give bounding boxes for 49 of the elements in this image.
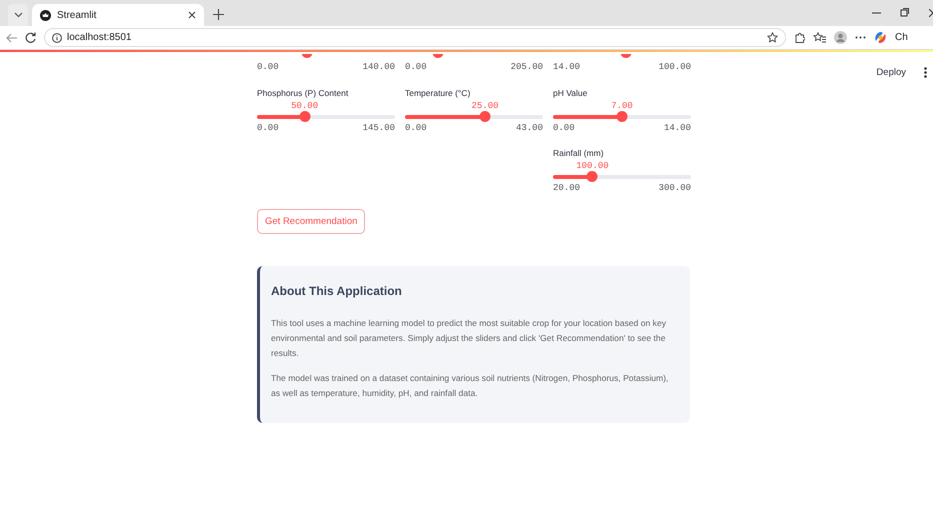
reload-icon[interactable] bbox=[25, 32, 36, 43]
slider-thumb[interactable] bbox=[586, 171, 598, 182]
slider-thumb[interactable] bbox=[480, 111, 491, 122]
slider-thumb[interactable] bbox=[299, 111, 310, 122]
slider-min: 0.00 bbox=[405, 62, 427, 73]
address-bar[interactable]: localhost:8501 bbox=[44, 28, 786, 47]
puzzle-icon[interactable] bbox=[794, 32, 805, 43]
more-dots-icon[interactable] bbox=[855, 36, 866, 39]
deploy-button[interactable]: Deploy bbox=[872, 65, 910, 80]
slider-min: 20.00 bbox=[553, 183, 580, 194]
info-title: About This Application bbox=[271, 284, 403, 298]
slider-value: 50.00 bbox=[291, 100, 318, 112]
slider-label: pH Value bbox=[553, 87, 588, 100]
url-text: localhost:8501 bbox=[67, 32, 132, 43]
slider-value: 7.00 bbox=[611, 100, 633, 112]
slider-min: 14.00 bbox=[553, 62, 580, 73]
slider-min: 0.00 bbox=[257, 123, 279, 134]
slider-value: 100.00 bbox=[576, 160, 609, 172]
slider-max: 43.00 bbox=[516, 123, 543, 134]
slider-min: 0.00 bbox=[405, 123, 427, 134]
slider-label: Rainfall (mm) bbox=[553, 147, 605, 160]
browser-tab[interactable]: Streamlit bbox=[32, 4, 204, 26]
back-arrow-icon[interactable] bbox=[6, 32, 17, 42]
slider-label: Phosphorus (P) Content bbox=[257, 87, 350, 100]
favorites-icon[interactable] bbox=[813, 32, 826, 43]
slider-min: 0.00 bbox=[553, 123, 575, 134]
info-paragraph: The model was trained on a dataset containing various soil nutrients (Nitrogen, Phosphorus, Potassium), as well as temperature, humidity, pH, and rainfall data. bbox=[271, 372, 670, 400]
slider-max: 140.00 bbox=[362, 62, 395, 73]
crown-favicon-icon bbox=[40, 10, 51, 20]
slider-thumb[interactable] bbox=[616, 111, 628, 122]
slider-max: 205.00 bbox=[510, 62, 543, 73]
slider-value: 25.00 bbox=[472, 100, 499, 112]
kebab-menu-icon[interactable] bbox=[924, 67, 927, 78]
restore-icon[interactable] bbox=[900, 8, 909, 17]
info-paragraph: This tool uses a machine learning model to predict the most suitable crop for your location based on key environmental and soil parameters. Simply adjust the sliders and click 'Get Recommendation' to see the results. bbox=[271, 317, 668, 360]
tab-title: Streamlit bbox=[57, 10, 98, 20]
swirl-logo-icon[interactable] bbox=[874, 31, 887, 44]
new-tab-plus-icon[interactable] bbox=[213, 9, 224, 20]
tab-list-chevron-icon[interactable] bbox=[14, 12, 22, 18]
slider-max: 100.00 bbox=[658, 62, 691, 73]
star-icon[interactable] bbox=[767, 32, 778, 43]
slider-min: 0.00 bbox=[257, 62, 279, 73]
slider-max: 300.00 bbox=[658, 183, 691, 194]
slider-max: 145.00 bbox=[362, 123, 395, 134]
profile-avatar-icon[interactable] bbox=[834, 31, 847, 44]
info-icon bbox=[52, 32, 62, 42]
sidebar-button-label[interactable]: Ch bbox=[895, 32, 908, 43]
slider-max: 14.00 bbox=[664, 123, 691, 134]
slider-label: Temperature (°C) bbox=[405, 87, 472, 100]
